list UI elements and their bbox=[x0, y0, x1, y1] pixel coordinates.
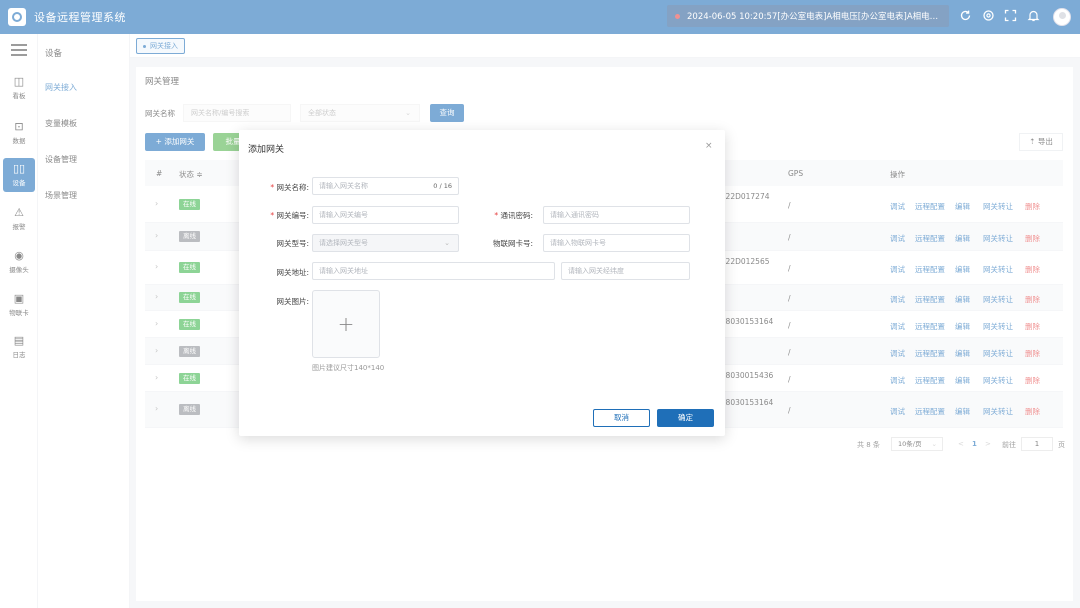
label-sim-number: 物联网卡号: bbox=[492, 239, 533, 248]
label-password: * 通讯密码: bbox=[494, 211, 533, 220]
password-input[interactable]: 请输入通讯密码 bbox=[543, 206, 690, 224]
cancel-button[interactable]: 取消 bbox=[593, 409, 650, 427]
label-gateway-model: 网关型号: bbox=[276, 239, 309, 248]
add-gateway-dialog: 添加网关 × * 网关名称: 请输入网关名称 0 / 16 * 网关编号: 请输… bbox=[239, 130, 725, 436]
sim-number-input[interactable]: 请输入物联网卡号 bbox=[543, 234, 690, 252]
gateway-model-select[interactable]: 请选择网关型号 ⌄ bbox=[312, 234, 459, 252]
label-gateway-name: * 网关名称: bbox=[270, 183, 309, 192]
plus-icon: + bbox=[337, 312, 355, 336]
label-gateway-address: 网关地址: bbox=[276, 268, 309, 277]
upload-hint: 图片建议尺寸140*140 bbox=[312, 364, 385, 372]
label-gateway-image: 网关图片: bbox=[276, 297, 309, 306]
dialog-title: 添加网关 bbox=[248, 145, 285, 155]
gateway-coords-input[interactable]: 请输入网关经纬度 bbox=[561, 262, 690, 280]
gateway-code-input[interactable]: 请输入网关编号 bbox=[312, 206, 459, 224]
confirm-button[interactable]: 确定 bbox=[657, 409, 714, 427]
chevron-down-icon: ⌄ bbox=[444, 239, 450, 247]
label-gateway-code: * 网关编号: bbox=[270, 211, 309, 220]
close-icon[interactable]: × bbox=[705, 141, 713, 151]
char-counter: 0 / 16 bbox=[433, 182, 452, 190]
gateway-address-input[interactable]: 请输入网关地址 bbox=[312, 262, 555, 280]
image-upload[interactable]: + bbox=[312, 290, 380, 358]
gateway-name-input[interactable]: 请输入网关名称 0 / 16 bbox=[312, 177, 459, 195]
